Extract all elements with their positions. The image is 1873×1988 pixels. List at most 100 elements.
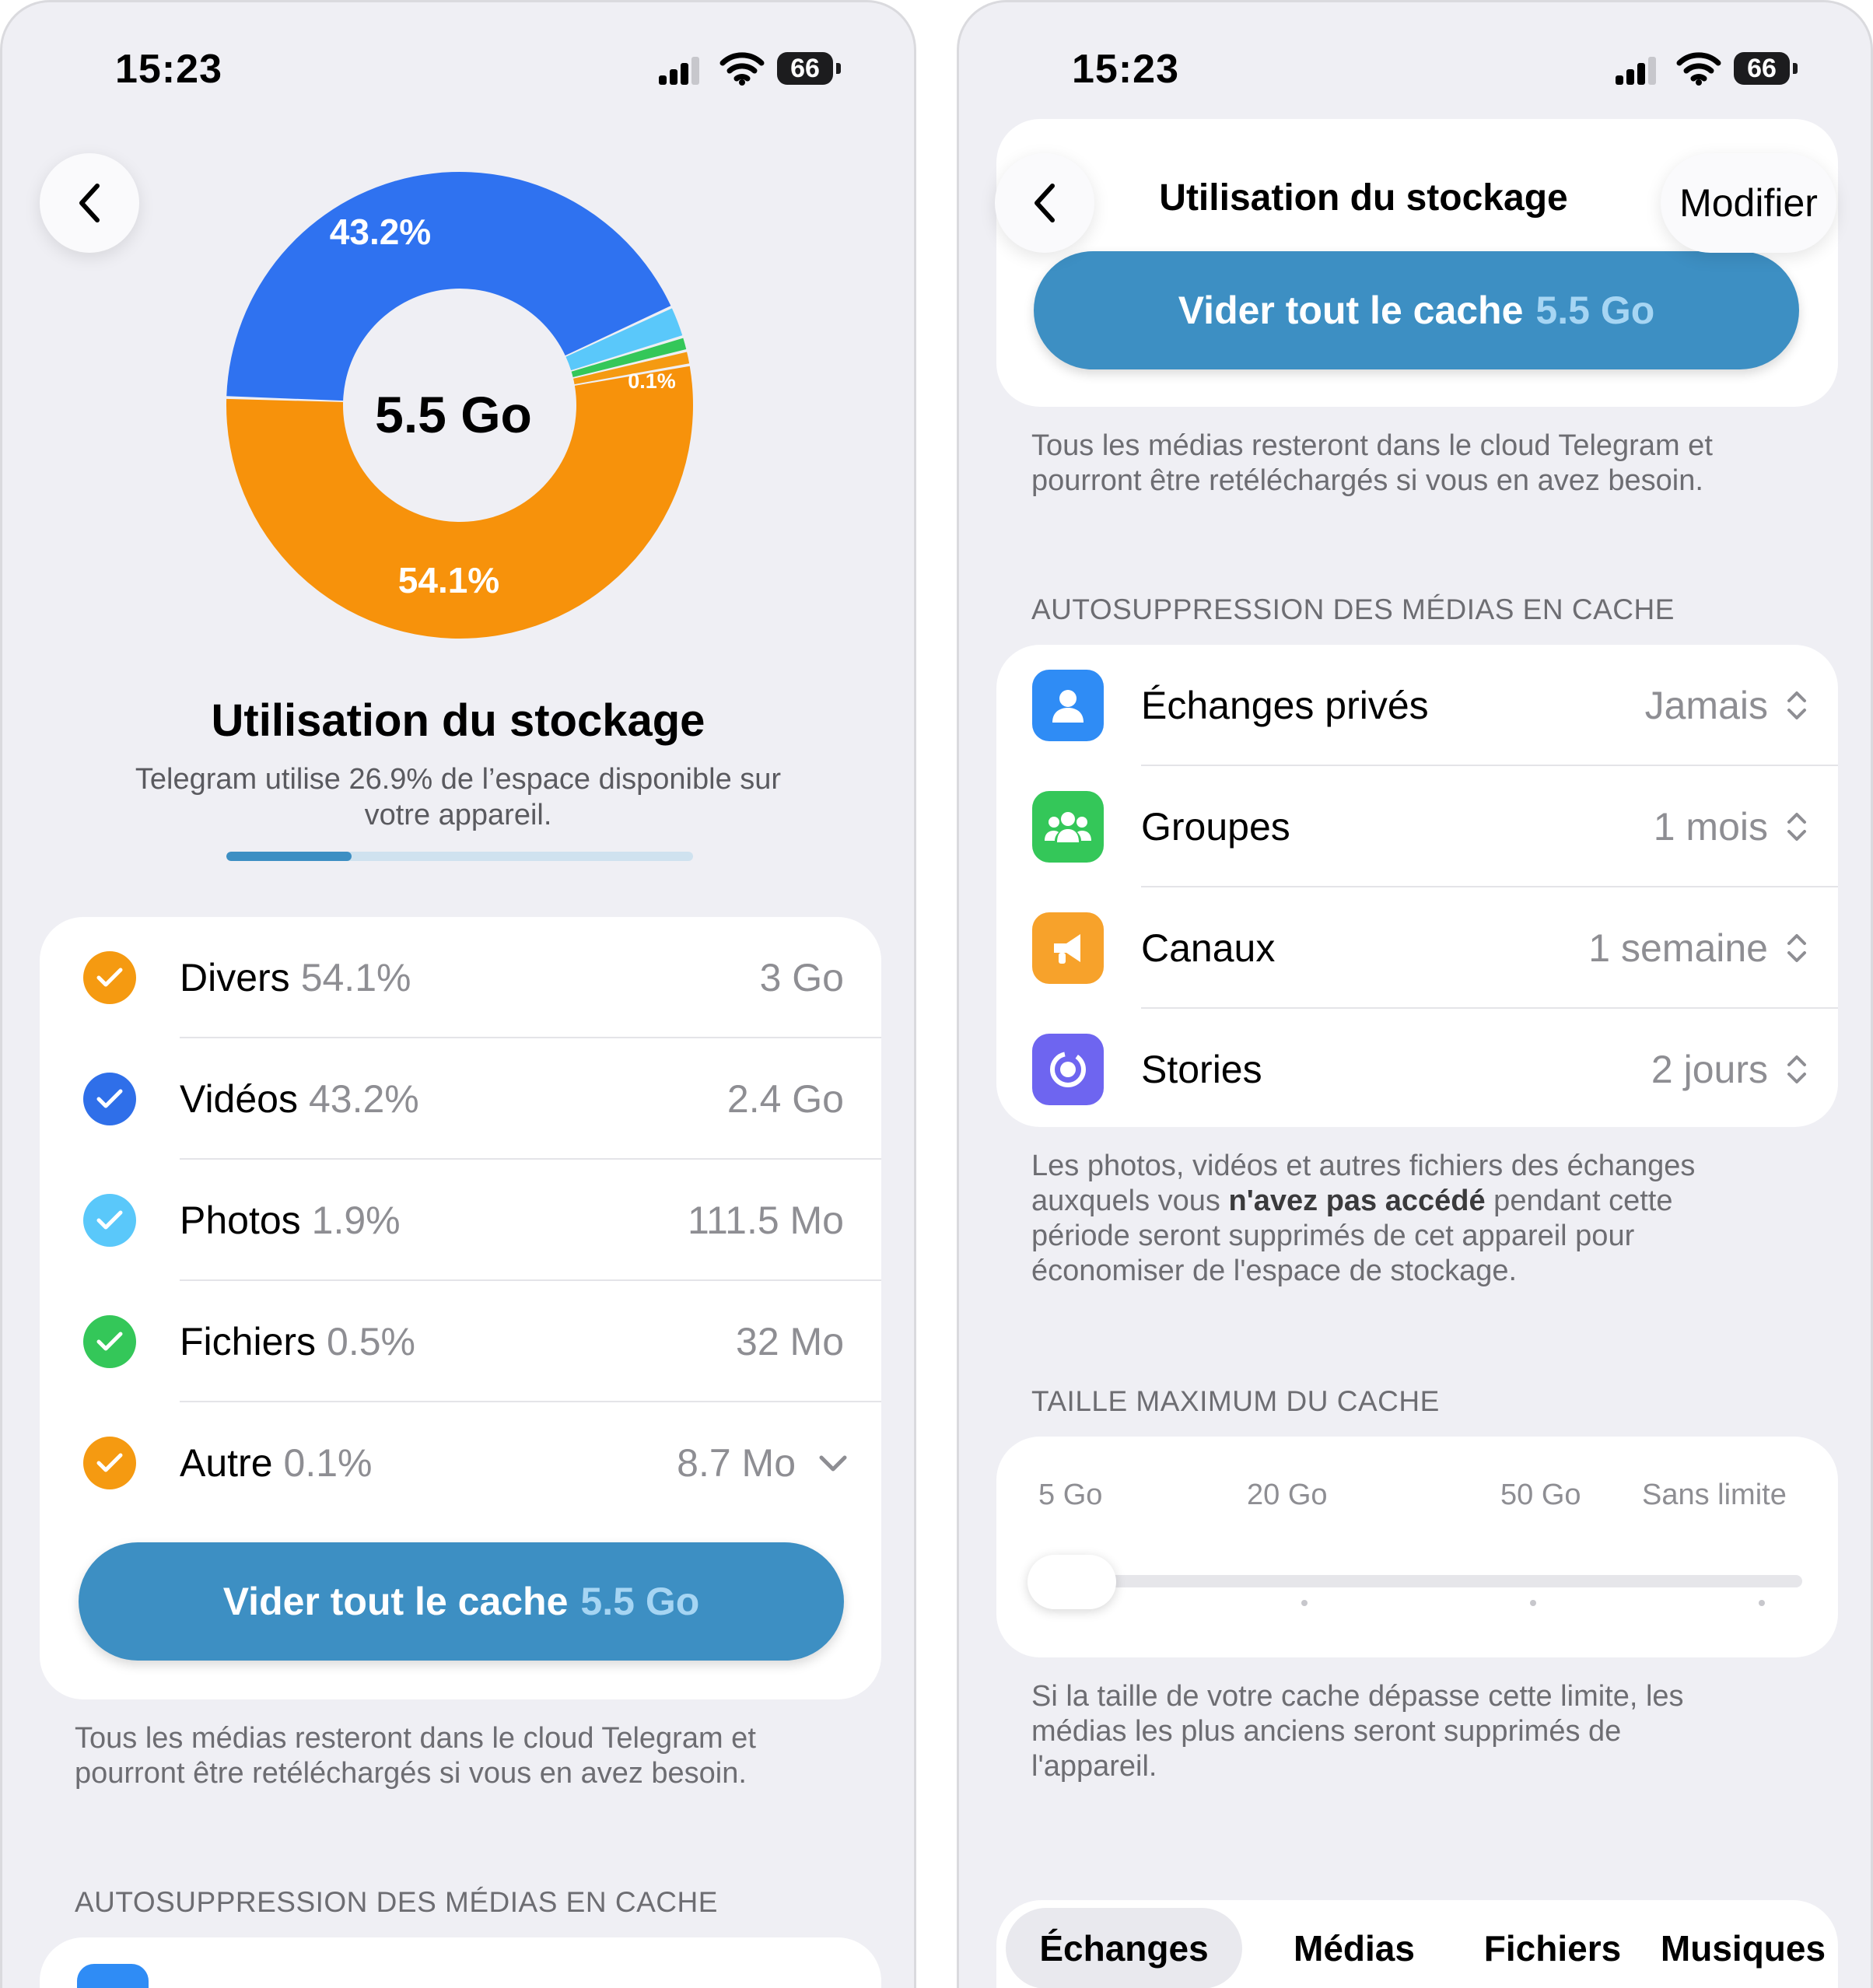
category-row[interactable]: Autre 0.1% 8.7 Mo [40, 1402, 881, 1524]
person-icon [1032, 670, 1104, 741]
autodelete-value[interactable]: 1 mois [1654, 804, 1768, 849]
slider-tick-dot [1759, 1600, 1765, 1606]
autodelete-row[interactable]: Groupes 1 mois [996, 766, 1838, 887]
subtitle-line1: Telegram utilise 26.9% de l’espace dispo… [135, 763, 782, 796]
category-size: 8.7 Mo [677, 1441, 796, 1485]
checkbox-checked-icon[interactable] [83, 1194, 136, 1247]
status-time: 15:23 [1072, 47, 1179, 92]
footnote-line1: Tous les médias resteront dans le cloud … [1031, 429, 1713, 462]
chevron-up-down-icon[interactable] [1785, 810, 1808, 844]
battery-icon: 66 [1734, 52, 1790, 85]
autodelete-note-line2: auxquels vous n'avez pas accédé pendant … [1031, 1184, 1672, 1219]
cellular-signal-icon [659, 57, 699, 85]
megaphone-icon [1032, 912, 1104, 984]
category-percent: 43.2% [308, 1077, 419, 1121]
tab-musiques[interactable]: Musiques [1650, 1908, 1836, 1988]
checkbox-checked-icon[interactable] [83, 951, 136, 1004]
category-name: Photos [180, 1199, 301, 1242]
section-header-cache-size: TAILLE MAXIMUM DU CACHE [1031, 1385, 1440, 1417]
tick-label: 50 Go [1500, 1479, 1581, 1511]
category-percent: 54.1% [300, 956, 411, 999]
autodelete-row[interactable]: Canaux 1 semaine [996, 887, 1838, 1009]
autodelete-note-line4: économiser de l'espace de stockage. [1031, 1255, 1518, 1287]
edit-button[interactable]: Modifier [1661, 153, 1836, 253]
checkbox-checked-icon[interactable] [83, 1315, 136, 1368]
category-name: Vidéos [180, 1077, 298, 1121]
category-label: Fichiers 0.5% [180, 1319, 415, 1364]
right-screen: 15:23 66 Vider tout le cache 5.5 Go Util… [957, 0, 1873, 1988]
category-row[interactable]: Fichiers 0.5% 32 Mo [40, 1281, 881, 1402]
battery-cap [836, 63, 841, 74]
clear-cache-button[interactable]: Vider tout le cache 5.5 Go [79, 1542, 844, 1661]
page-title: Utilisation du stockage [211, 695, 705, 746]
autodelete-value[interactable]: Jamais [1645, 683, 1768, 728]
autodelete-label: Groupes [1141, 805, 1290, 849]
clear-cache-label: Vider tout le cache [1178, 289, 1524, 332]
category-name: Autre [180, 1441, 273, 1485]
group-icon [1032, 791, 1104, 863]
tab-medias[interactable]: Médias [1261, 1908, 1448, 1988]
category-percent: 0.1% [283, 1441, 373, 1485]
category-size: 3 Go [759, 956, 844, 999]
category-row[interactable]: Photos 1.9% 111.5 Mo [40, 1160, 881, 1281]
chevron-up-down-icon[interactable] [1785, 688, 1808, 723]
clear-cache-label: Vider tout le cache [222, 1580, 569, 1623]
left-screen: 15:23 66 43.2% 5.5 Go 0.1% 54.1% Utilisa… [0, 0, 916, 1988]
autodelete-value[interactable]: 2 jours [1651, 1047, 1768, 1092]
category-row[interactable]: Vidéos 43.2% 2.4 Go [40, 1038, 881, 1160]
clear-cache-button[interactable]: Vider tout le cache 5.5 Go [1034, 251, 1799, 369]
storage-categories-card: Divers 54.1% 3 Go Vidéos 43.2% 2.4 Go Photos 1.… [40, 917, 881, 1699]
tick-label: Sans limite [1642, 1479, 1787, 1511]
stories-icon [1032, 1034, 1104, 1105]
category-label: Photos 1.9% [180, 1198, 401, 1243]
subtitle-line2: votre appareil. [364, 799, 552, 831]
autodelete-label: Stories [1141, 1048, 1262, 1091]
usage-progress-bar [226, 852, 693, 861]
usage-progress-fill [226, 852, 352, 861]
autodelete-card: Échanges privés Jamais Groupes 1 mois Canaux… [996, 645, 1838, 1127]
back-button[interactable] [995, 153, 1094, 253]
slider-tick-dot [1301, 1600, 1308, 1606]
tick-label: 20 Go [1247, 1479, 1328, 1511]
category-row[interactable]: Divers 54.1% 3 Go [40, 917, 881, 1038]
category-size: 111.5 Mo [687, 1199, 844, 1242]
nav-title: Utilisation du stockage [1159, 177, 1568, 219]
clear-cache-size: 5.5 Go [580, 1580, 700, 1623]
donut-label-divers: 54.1% [397, 560, 500, 600]
donut-center-label: 5.5 Go [375, 386, 532, 443]
tick-label: 5 Go [1038, 1479, 1103, 1511]
autodelete-note-line1: Les photos, vidéos et autres fichiers de… [1031, 1150, 1696, 1182]
checkbox-checked-icon[interactable] [83, 1073, 136, 1125]
autodelete-value[interactable]: 1 semaine [1588, 926, 1768, 971]
battery-icon: 66 [777, 52, 833, 85]
cache-slider-thumb[interactable] [1028, 1555, 1116, 1609]
donut-label-videos: 43.2% [329, 212, 432, 252]
chevron-up-down-icon[interactable] [1785, 1052, 1808, 1087]
wifi-icon [1676, 52, 1721, 86]
wifi-icon [719, 52, 765, 86]
cache-slider-track[interactable] [1051, 1575, 1802, 1587]
media-tab-bar: Échanges Médias Fichiers Musiques [996, 1900, 1838, 1988]
autodelete-row[interactable]: Échanges privés Jamais [996, 645, 1838, 766]
autodelete-note-text: auxquels vous [1031, 1185, 1229, 1217]
cache-note-line1: Si la taille de votre cache dépasse cett… [1031, 1680, 1684, 1713]
autodelete-row[interactable]: Stories 2 jours [996, 1009, 1838, 1127]
section-header-autodelete: AUTOSUPPRESSION DES MÉDIAS EN CACHE [75, 1886, 718, 1918]
checkbox-checked-icon[interactable] [83, 1437, 136, 1489]
autodelete-card-partial [40, 1937, 881, 1988]
autodelete-note-bold: n'avez pas accédé [1228, 1185, 1486, 1217]
clear-cache-size: 5.5 Go [1535, 289, 1655, 332]
category-name: Fichiers [180, 1320, 317, 1363]
section-header-autodelete: AUTOSUPPRESSION DES MÉDIAS EN CACHE [1031, 593, 1675, 625]
cache-size-card: 5 Go 20 Go 50 Go Sans limite [996, 1437, 1838, 1657]
category-label: Vidéos 43.2% [180, 1076, 419, 1122]
back-button[interactable] [40, 153, 139, 253]
autodelete-note-line3: période seront supprimés de cet appareil… [1031, 1220, 1635, 1252]
autodelete-label: Canaux [1141, 926, 1276, 970]
chevron-down-icon[interactable] [817, 1454, 849, 1474]
category-name: Divers [180, 956, 290, 999]
donut-label-small: 0.1% [628, 369, 676, 393]
tab-echanges[interactable]: Échanges [1006, 1908, 1242, 1988]
chevron-up-down-icon[interactable] [1785, 931, 1808, 965]
tab-fichiers[interactable]: Fichiers [1463, 1908, 1642, 1988]
